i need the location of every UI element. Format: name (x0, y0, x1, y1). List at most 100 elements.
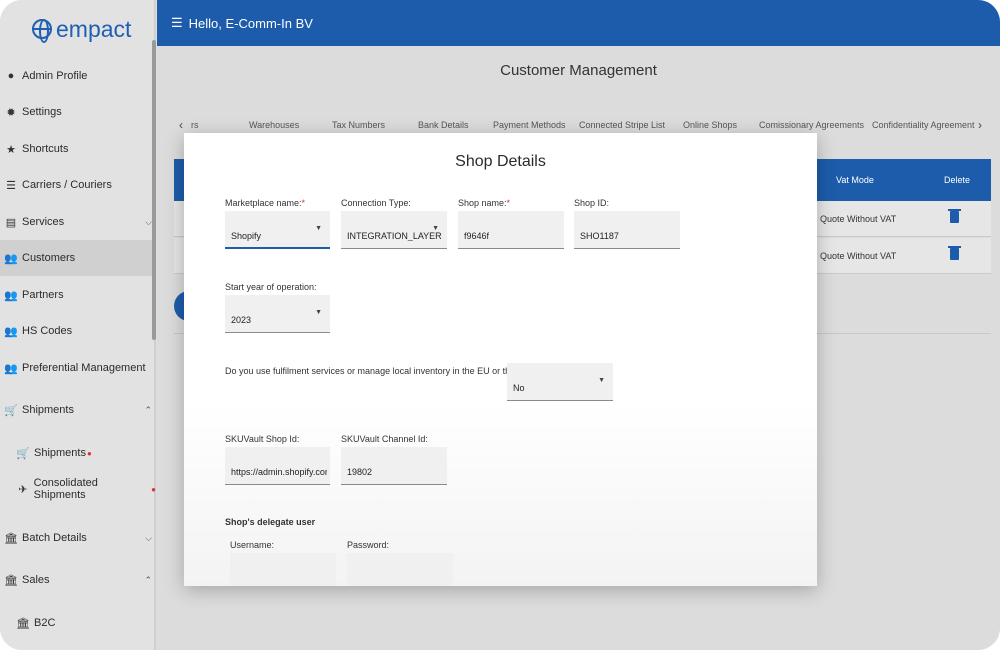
sidebar-item-label: Admin Profile (22, 70, 88, 82)
bank-icon: 🏛 (16, 617, 30, 630)
clipboard-icon: ▤ (5, 216, 17, 229)
sidebar-item-admin-profile[interactable]: ● Admin Profile (0, 58, 156, 94)
skuvault-channel-value: 19802 (347, 467, 373, 477)
sidebar-item-label: Sales (22, 574, 50, 586)
username-input[interactable] (230, 553, 336, 586)
tab-comissionary-agreements[interactable]: Comissionary Agreements (759, 120, 864, 130)
skuvault-shop-label: SKUVault Shop Id: (225, 434, 300, 444)
chevron-right-icon[interactable]: › (978, 118, 982, 132)
sidebar-item-label: HS Codes (22, 325, 73, 337)
star-icon: ★ (6, 143, 16, 156)
people-icon: 👥 (4, 252, 18, 265)
shop-id-input[interactable]: SHO1187 (574, 211, 680, 249)
sidebar-item-label: Customers (22, 252, 76, 264)
marketplace-select[interactable]: Shopify ▼ (225, 211, 330, 249)
dialog-title: Shop Details (455, 153, 546, 170)
sidebar-item-label: Preferential Management (22, 362, 146, 374)
sidebar-item-settings[interactable]: ✹ Settings (0, 94, 156, 130)
trash-icon[interactable] (948, 209, 961, 223)
trash-icon[interactable] (948, 246, 961, 260)
chevron-down-icon[interactable]: ⌵ (145, 533, 152, 544)
people-icon: 👥 (4, 362, 18, 375)
dropdown-arrow-icon: ▼ (315, 225, 322, 232)
sidebar-item-label: Settings (22, 106, 62, 118)
vat-mode-cell: Quote Without VAT (820, 251, 897, 261)
fulfilment-select[interactable]: No ▼ (507, 363, 613, 401)
people-icon: 👥 (4, 325, 18, 338)
start-year-select[interactable]: 2023 ▼ (225, 295, 330, 333)
bank-icon: 🏛 (4, 574, 18, 587)
skuvault-channel-label: SKUVault Channel Id: (341, 434, 428, 444)
sidebar-item-carriers[interactable]: ☰ Carriers / Couriers (0, 167, 156, 203)
sidebar-item-label: Services (22, 216, 65, 228)
connection-type-label: Connection Type: (341, 198, 411, 208)
hamburger-menu-icon[interactable]: ☰ (171, 15, 183, 31)
sidebar-item-label: Shipments (22, 404, 74, 416)
sidebar-item-label: Shortcuts (22, 143, 69, 155)
sidebar-item-preferential-management[interactable]: 👥 Preferential Management (0, 350, 156, 386)
connection-type-value: INTEGRATION_LAYER (347, 231, 442, 241)
sidebar-item-shipments-group[interactable]: 🛒 Shipments ⌃ (0, 392, 156, 428)
sidebar-item-shipments[interactable]: 🛒 Shipments ● (0, 435, 156, 471)
tab-partial[interactable]: rs (191, 120, 199, 130)
notification-dot-icon: ● (151, 484, 156, 494)
page-title: Customer Management (500, 62, 657, 79)
sidebar-item-shortcuts[interactable]: ★ Shortcuts (0, 131, 156, 167)
sidebar-scrollbar[interactable] (152, 40, 156, 340)
globe-icon (32, 19, 52, 43)
app-frame: empact ● Admin Profile ✹ Settings ★ Shor… (0, 0, 1000, 650)
chevron-down-icon[interactable]: ⌵ (145, 217, 152, 228)
username-label: Username: (230, 540, 275, 550)
sidebar-item-consolidated-shipments[interactable]: ✈ Consolidated Shipments ● (0, 471, 156, 507)
brand-logo[interactable]: empact (32, 14, 131, 44)
dropdown-arrow-icon: ▼ (315, 309, 322, 316)
gear-icon: ✹ (6, 106, 16, 119)
list-icon: ☰ (6, 179, 16, 192)
sidebar-item-label: B2C (34, 617, 56, 629)
tab-online-shops[interactable]: Online Shops (683, 120, 737, 130)
vat-mode-cell: Quote Without VAT (820, 214, 897, 224)
airplane-icon: ✈ (18, 483, 28, 496)
start-year-label: Start year of operation: (225, 282, 317, 292)
skuvault-channel-input[interactable]: 19802 (341, 447, 447, 485)
sidebar-item-batch-details[interactable]: 🏛 Batch Details ⌵ (0, 520, 156, 556)
chevron-up-icon[interactable]: ⌃ (144, 405, 152, 416)
bank-icon: 🏛 (4, 532, 18, 545)
sidebar-item-hs-codes[interactable]: 👥 HS Codes (0, 313, 156, 349)
sidebar-item-sales[interactable]: 🏛 Sales ⌃ (0, 562, 156, 598)
shop-name-input[interactable]: f9646f (458, 211, 564, 249)
tab-warehouses[interactable]: Warehouses (249, 120, 299, 130)
tab-bank-details[interactable]: Bank Details (418, 120, 469, 130)
cart-icon: 🛒 (4, 404, 18, 417)
tab-tax-numbers[interactable]: Tax Numbers (332, 120, 385, 130)
sidebar-item-label: Consolidated Shipments (33, 477, 98, 501)
tab-confidentiality-agreement[interactable]: Confidentiality Agreement (872, 120, 975, 130)
column-vat-mode: Vat Mode (836, 175, 874, 185)
shop-name-value: f9646f (464, 231, 490, 241)
sidebar: empact ● Admin Profile ✹ Settings ★ Shor… (0, 0, 156, 650)
password-input[interactable] (347, 553, 453, 586)
skuvault-shop-input[interactable]: https://admin.shopify.com/st (225, 447, 330, 485)
sidebar-item-services[interactable]: ▤ Services ⌵ (0, 204, 156, 240)
top-bar: ☰ Hello, E-Comm-In BV (157, 0, 1000, 46)
chevron-up-icon[interactable]: ⌃ (144, 575, 152, 586)
brand-name: empact (56, 15, 132, 42)
connection-type-select[interactable]: INTEGRATION_LAYER ▼ (341, 211, 447, 249)
tab-payment-methods[interactable]: Payment Methods (493, 120, 566, 130)
sidebar-item-label: Partners (22, 289, 64, 301)
cart-icon: 🛒 (16, 447, 30, 460)
sidebar-item-partners[interactable]: 👥 Partners (0, 277, 156, 313)
marketplace-label: Marketplace name:* (225, 198, 306, 208)
chevron-left-icon[interactable]: ‹ (179, 118, 183, 132)
sidebar-item-b2c[interactable]: 🏛 B2C (0, 605, 156, 641)
sidebar-item-customers[interactable]: 👥 Customers (0, 240, 156, 276)
fulfilment-label: Do you use fulfilment services or manage… (225, 366, 541, 376)
sidebar-item-label: Shipments (34, 447, 86, 459)
sidebar-item-label: Carriers / Couriers (22, 179, 112, 191)
marketplace-value: Shopify (231, 231, 262, 241)
dropdown-arrow-icon: ▼ (598, 377, 605, 384)
person-circle-icon: ● (7, 70, 15, 82)
tab-connected-stripe-list[interactable]: Connected Stripe List (579, 120, 665, 130)
tab-bar: ‹ rs Warehouses Tax Numbers Bank Details… (171, 116, 991, 134)
people-icon: 👥 (4, 289, 18, 302)
